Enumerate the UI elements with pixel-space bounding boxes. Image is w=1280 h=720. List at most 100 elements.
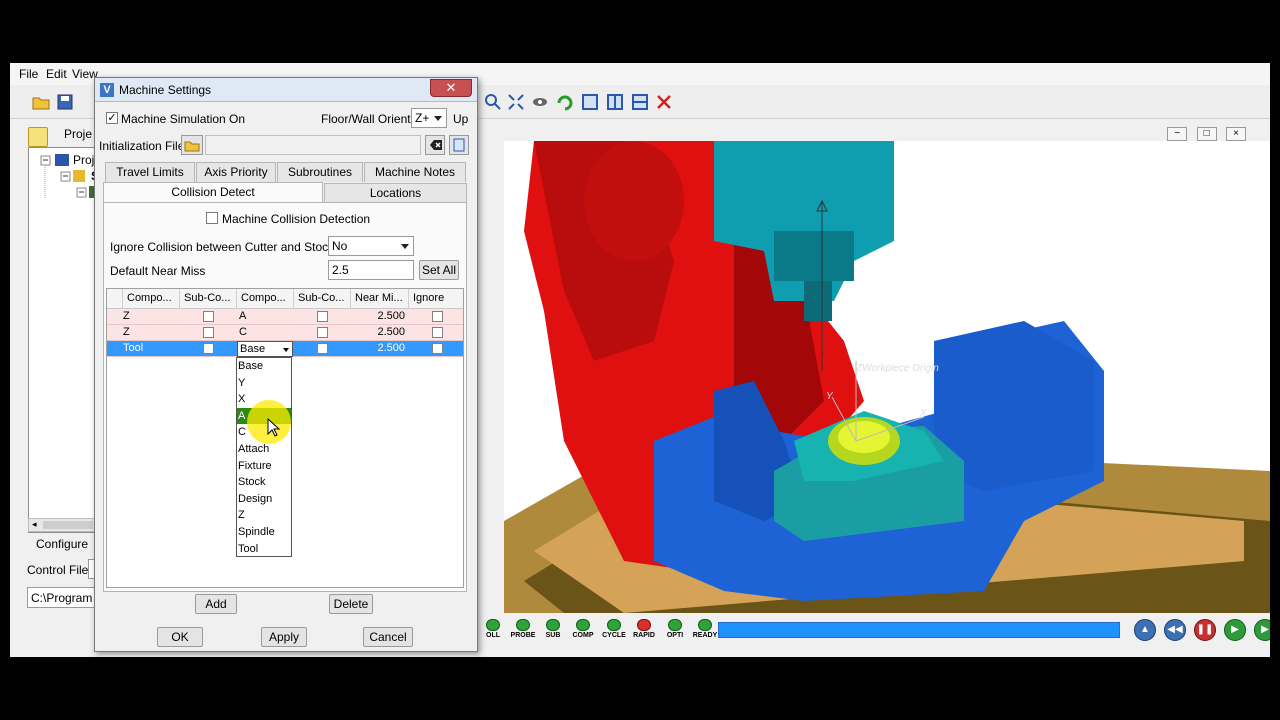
play-icon[interactable]: ▶ [1254, 619, 1270, 641]
sub-component-checkbox[interactable] [317, 343, 328, 354]
dialog-title: Machine Settings [119, 83, 212, 97]
horizontal-split-icon[interactable] [631, 93, 649, 111]
grid-header-component[interactable]: Compo... [123, 289, 180, 309]
scroll-left-icon[interactable]: ◂ [32, 519, 37, 530]
floor-wall-select[interactable]: Z+ [411, 108, 447, 128]
init-file-label: Initialization File [99, 139, 185, 153]
save-icon[interactable] [56, 93, 74, 111]
ignore-collision-label: Ignore Collision between Cutter and Stoc… [110, 240, 335, 254]
rotate-view-icon[interactable] [556, 93, 574, 111]
sub-component-checkbox[interactable] [203, 327, 214, 338]
simulation-status-bar: OLL PROBE SUB COMP CYCLE RAPID OPTI READ… [480, 615, 1270, 643]
sub-component-checkbox[interactable] [203, 311, 214, 322]
machine-collision-label: Machine Collision Detection [222, 212, 371, 226]
default-near-miss-input[interactable]: 2.5 [328, 260, 414, 280]
cancel-button[interactable]: Cancel [363, 627, 413, 647]
option-stock[interactable]: Stock [237, 474, 291, 491]
up-label: Up [453, 112, 469, 126]
pause-icon[interactable]: ❚❚ [1194, 619, 1216, 641]
table-row[interactable]: Z A 2.500 [107, 309, 463, 325]
maximize-icon[interactable]: □ [1196, 127, 1217, 141]
viewport-window-controls: − □ × [1161, 125, 1246, 141]
status-cycle-button[interactable]: CYCLE [601, 619, 627, 641]
machine-simulation-checkbox[interactable]: ✓ [106, 112, 118, 124]
status-rapid-button[interactable]: RAPID [631, 619, 657, 641]
grid-header: Compo... Sub-Co... Compo... Sub-Co... Ne… [107, 289, 463, 309]
simulation-viewport: − □ × ZWorkpiece Origin Y X [480, 119, 1270, 613]
component-select[interactable]: Base [237, 341, 293, 357]
sub-component-checkbox[interactable] [317, 327, 328, 338]
vertical-split-icon[interactable] [606, 93, 624, 111]
option-y[interactable]: Y [237, 375, 291, 392]
ignore-checkbox[interactable] [432, 343, 443, 354]
tab-locations[interactable]: Locations [324, 183, 467, 203]
floor-wall-label: Floor/Wall Orient [321, 112, 411, 126]
dialog-title-bar[interactable]: V Machine Settings ✕ [95, 78, 477, 102]
ok-button[interactable]: OK [157, 627, 203, 647]
grid-header-subcomponent[interactable]: Sub-Co... [180, 289, 237, 309]
set-all-button[interactable]: Set All [419, 260, 459, 280]
sub-component-checkbox[interactable] [317, 311, 328, 322]
menu-file[interactable]: File [19, 67, 38, 81]
browse-folder-button[interactable] [181, 135, 203, 155]
menu-edit[interactable]: Edit [46, 67, 67, 81]
step-icon[interactable]: ▶ [1224, 619, 1246, 641]
file-info-button[interactable] [449, 135, 469, 155]
option-base[interactable]: Base [237, 358, 291, 375]
tab-collision-detect[interactable]: Collision Detect [103, 182, 323, 202]
grid-header-ignore[interactable]: Ignore [409, 289, 463, 309]
grid-header-component-2[interactable]: Compo... [237, 289, 294, 309]
status-ready-icon [698, 619, 712, 631]
status-probe-button[interactable]: PROBE [510, 619, 536, 641]
sub-component-checkbox[interactable] [203, 343, 214, 354]
status-opti-icon [668, 619, 682, 631]
tab-travel-limits[interactable]: Travel Limits [105, 162, 195, 182]
grid-header-subcomponent-2[interactable]: Sub-Co... [294, 289, 351, 309]
fit-view-icon[interactable] [507, 93, 525, 111]
minimize-icon[interactable]: − [1167, 127, 1188, 141]
machine-render [504, 141, 1270, 613]
ignore-collision-select[interactable]: No [328, 236, 414, 256]
option-design[interactable]: Design [237, 491, 291, 508]
select-icon[interactable] [28, 127, 48, 147]
status-oll-button[interactable]: OLL [480, 619, 506, 641]
ignore-checkbox[interactable] [432, 327, 443, 338]
scroll-thumb[interactable] [43, 521, 93, 529]
option-tool[interactable]: Tool [237, 541, 291, 558]
status-ready-button[interactable]: READY [692, 619, 718, 641]
close-view-icon[interactable] [655, 93, 673, 111]
component-dropdown-list[interactable]: Base Y X A C Attach Fixture Stock Design… [236, 357, 292, 557]
close-icon[interactable]: × [1226, 127, 1246, 141]
machine-settings-dialog: V Machine Settings ✕ ✓ Machine Simulatio… [94, 77, 478, 652]
machine-3d-scene[interactable]: ZWorkpiece Origin Y X [504, 141, 1270, 613]
zoom-icon[interactable] [484, 93, 502, 111]
delete-button[interactable]: Delete [329, 594, 373, 614]
chevron-down-icon [434, 116, 442, 121]
tab-axis-priority[interactable]: Axis Priority [196, 162, 276, 182]
dialog-close-button[interactable]: ✕ [430, 79, 472, 97]
simulation-progress-bar[interactable] [718, 622, 1120, 638]
grid-header-near-miss[interactable]: Near Mi... [351, 289, 409, 309]
step-up-icon[interactable]: ▲ [1134, 619, 1156, 641]
open-folder-icon[interactable] [32, 93, 50, 111]
status-sub-button[interactable]: SUB [540, 619, 566, 641]
clear-file-button[interactable] [425, 135, 445, 155]
init-file-field[interactable] [205, 135, 421, 155]
option-spindle[interactable]: Spindle [237, 524, 291, 541]
tab-subroutines[interactable]: Subroutines [277, 162, 363, 182]
option-z[interactable]: Z [237, 507, 291, 524]
eye-icon[interactable] [531, 93, 549, 111]
table-row-selected[interactable]: Tool Base 2.500 [107, 341, 463, 357]
app-logo-icon: V [100, 83, 114, 97]
ignore-checkbox[interactable] [432, 311, 443, 322]
option-fixture[interactable]: Fixture [237, 458, 291, 475]
table-row[interactable]: Z C 2.500 [107, 325, 463, 341]
add-button[interactable]: Add [195, 594, 237, 614]
apply-button[interactable]: Apply [261, 627, 307, 647]
status-opti-button[interactable]: OPTI [662, 619, 688, 641]
rewind-icon[interactable]: ◀◀ [1164, 619, 1186, 641]
tab-machine-notes[interactable]: Machine Notes [364, 162, 466, 182]
status-comp-button[interactable]: COMP [570, 619, 596, 641]
machine-collision-checkbox[interactable] [206, 212, 218, 224]
single-view-icon[interactable] [581, 93, 599, 111]
